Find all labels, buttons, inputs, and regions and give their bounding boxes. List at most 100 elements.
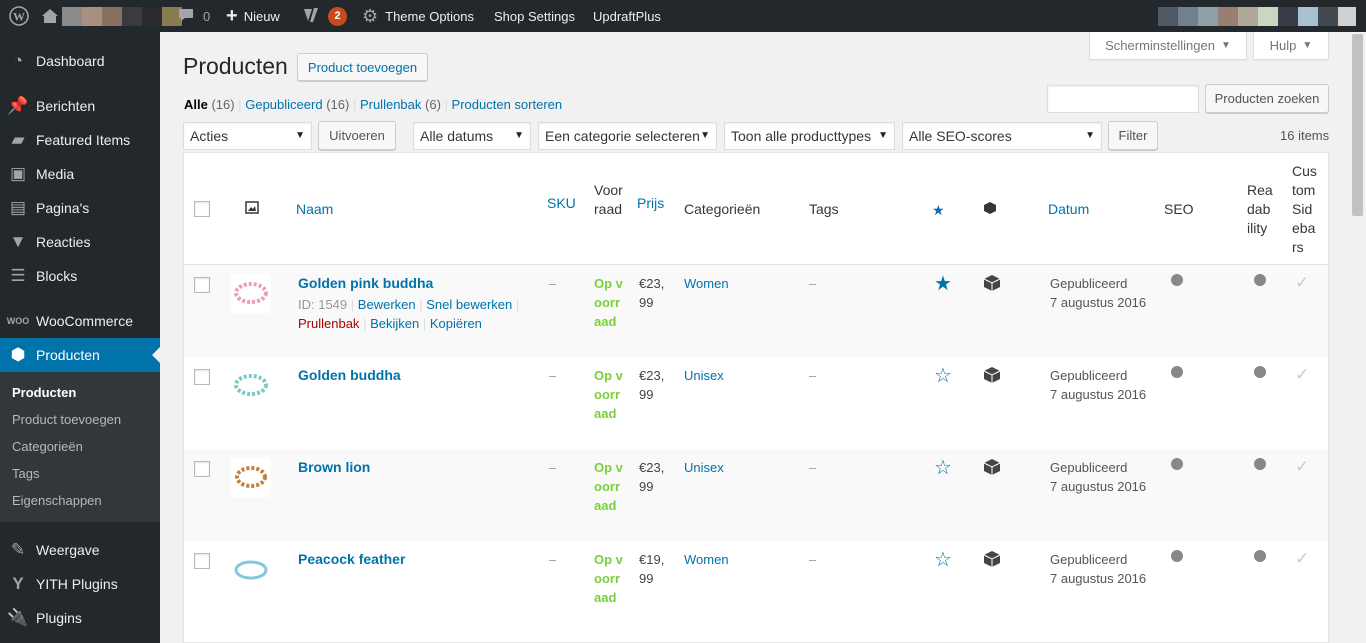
product-type-select[interactable]: Toon alle producttypes ▼ bbox=[724, 122, 895, 150]
select-all-checkbox[interactable] bbox=[194, 201, 210, 217]
apply-button[interactable]: Uitvoeren bbox=[318, 121, 396, 150]
seo-score-select[interactable]: Alle SEO-scores ▼ bbox=[902, 122, 1102, 150]
submenu-tags[interactable]: Tags bbox=[12, 466, 39, 481]
add-product-button[interactable]: Product toevoegen bbox=[297, 53, 428, 81]
sidebar-item-blocks[interactable]: ☰ Blocks bbox=[0, 259, 160, 293]
product-name-link[interactable]: Golden pink buddha bbox=[298, 274, 433, 293]
account-menu-blurred[interactable] bbox=[1158, 0, 1356, 32]
column-name[interactable]: Naam bbox=[296, 200, 333, 219]
caret-down-icon: ▼ bbox=[295, 130, 305, 141]
view-link[interactable]: Bekijken bbox=[370, 316, 419, 331]
featured-star-outline-icon[interactable]: ☆ bbox=[934, 458, 952, 478]
submenu-product-toevoegen[interactable]: Product toevoegen bbox=[12, 412, 121, 427]
search-input[interactable] bbox=[1047, 85, 1199, 113]
column-price[interactable]: Prijs bbox=[637, 194, 664, 213]
item-count: 16 items bbox=[1280, 128, 1330, 143]
quick-edit-link[interactable]: Snel bewerken bbox=[426, 297, 512, 312]
product-thumbnail[interactable] bbox=[231, 273, 271, 313]
sidebar-item-yith-plugins[interactable]: Y YITH Plugins bbox=[0, 567, 160, 601]
shop-settings-menu[interactable]: Shop Settings bbox=[494, 0, 575, 32]
checkmark-icon: ✓ bbox=[1295, 365, 1310, 384]
caret-down-icon: ▼ bbox=[514, 130, 524, 141]
row-checkbox[interactable] bbox=[194, 277, 210, 293]
edit-link[interactable]: Bewerken bbox=[358, 297, 416, 312]
comments-count: 0 bbox=[203, 8, 211, 24]
home-icon[interactable] bbox=[40, 0, 60, 32]
sidebar-item-woocommerce[interactable]: WOO WooCommerce bbox=[0, 304, 160, 338]
sidebar-item-media[interactable]: ▣ Media bbox=[0, 157, 160, 191]
search-products-button[interactable]: Producten zoeken bbox=[1205, 84, 1329, 113]
product-name-link[interactable]: Peacock feather bbox=[298, 550, 405, 569]
sidebar-item-reacties[interactable]: ▼ Reacties bbox=[0, 225, 160, 259]
price-cents: 99 bbox=[639, 387, 654, 402]
sidebar-item-producten[interactable]: ⬢ Producten bbox=[0, 338, 160, 372]
checkmark-icon: ✓ bbox=[1295, 457, 1310, 476]
sidebar-item-label: Pagina's bbox=[36, 200, 90, 216]
sidebar-item-weergave[interactable]: ✎ Weergave bbox=[0, 533, 160, 567]
submenu-categorieen[interactable]: Categorieën bbox=[12, 439, 83, 454]
yith-icon: Y bbox=[12, 574, 24, 593]
featured-star-outline-icon[interactable]: ☆ bbox=[934, 366, 952, 386]
help-button[interactable]: Hulp ▼ bbox=[1253, 32, 1329, 60]
filter-all[interactable]: Alle bbox=[184, 97, 208, 112]
filter-published-count: (16) bbox=[326, 97, 350, 112]
site-name-blurred[interactable] bbox=[62, 0, 182, 32]
sidebar-item-dashboard[interactable]: ◔ Dashboard bbox=[0, 44, 160, 78]
scrollbar-thumb[interactable] bbox=[1352, 34, 1363, 216]
sidebar-item-paginas[interactable]: ▤ Pagina's bbox=[0, 191, 160, 225]
submenu-eigenschappen[interactable]: Eigenschappen bbox=[12, 493, 102, 508]
post-date: 7 augustus 2016 bbox=[1050, 571, 1147, 586]
product-name-link[interactable]: Golden buddha bbox=[298, 366, 401, 385]
bulk-actions-select[interactable]: Acties ▼ bbox=[183, 122, 312, 150]
row-checkbox[interactable] bbox=[194, 553, 210, 569]
comments-menu[interactable]: 0 bbox=[177, 0, 210, 32]
category-link[interactable]: Unisex bbox=[684, 460, 724, 475]
gear-icon: ⚙ bbox=[362, 6, 379, 26]
checkmark-icon: ✓ bbox=[1295, 273, 1310, 292]
seo-score-dot bbox=[1171, 274, 1183, 286]
yoast-badge: 2 bbox=[328, 6, 347, 26]
product-thumbnail[interactable] bbox=[231, 365, 271, 405]
plus-icon: + bbox=[226, 5, 238, 27]
yoast-menu[interactable]: 2 bbox=[302, 0, 347, 32]
sidebar-item-berichten[interactable]: 📌 Berichten bbox=[0, 89, 160, 123]
category-link[interactable]: Women bbox=[684, 276, 729, 291]
category-select[interactable]: Een categorie selecteren ▼ bbox=[538, 122, 717, 150]
theme-options-menu[interactable]: ⚙ Theme Options bbox=[362, 0, 474, 32]
category-link[interactable]: Unisex bbox=[684, 368, 724, 383]
filter-published[interactable]: Gepubliceerd bbox=[245, 97, 322, 112]
sidebar-item-plugins[interactable]: 🔌 Plugins bbox=[0, 601, 160, 635]
row-checkbox[interactable] bbox=[194, 369, 210, 385]
submenu-producten[interactable]: Producten bbox=[12, 385, 76, 400]
featured-star-icon[interactable]: ★ bbox=[934, 274, 952, 294]
filter-button[interactable]: Filter bbox=[1108, 121, 1158, 150]
price-value: €19, 99 bbox=[639, 550, 664, 588]
category-link[interactable]: Women bbox=[684, 552, 729, 567]
dates-select[interactable]: Alle datums ▼ bbox=[413, 122, 531, 150]
trash-link[interactable]: Prullenbak bbox=[298, 316, 359, 331]
product-type-value: Toon alle producttypes bbox=[731, 128, 872, 144]
sort-products-link[interactable]: Producten sorteren bbox=[452, 97, 563, 112]
column-sku[interactable]: SKU bbox=[547, 194, 576, 213]
row-checkbox[interactable] bbox=[194, 461, 210, 477]
featured-column-star-icon[interactable]: ★ bbox=[932, 202, 945, 219]
column-date[interactable]: Datum bbox=[1048, 200, 1089, 219]
copy-link[interactable]: Kopiëren bbox=[430, 316, 482, 331]
page-scrollbar[interactable] bbox=[1349, 32, 1366, 643]
bulk-actions-value: Acties bbox=[190, 128, 229, 144]
updraftplus-menu[interactable]: UpdraftPlus bbox=[593, 0, 661, 32]
product-thumbnail[interactable] bbox=[231, 549, 271, 589]
screen-options-button[interactable]: Scherminstellingen ▼ bbox=[1089, 32, 1247, 60]
post-date: 7 augustus 2016 bbox=[1050, 295, 1147, 310]
wordpress-logo-icon[interactable]: W bbox=[9, 0, 29, 32]
tags-value: – bbox=[809, 460, 817, 475]
sidebar-item-label: Dashboard bbox=[36, 53, 105, 69]
sidebar-item-label: Blocks bbox=[36, 268, 78, 284]
featured-star-outline-icon[interactable]: ☆ bbox=[934, 550, 952, 570]
sidebar-item-featured-items[interactable]: ▰ Featured Items bbox=[0, 123, 160, 157]
product-thumbnail[interactable] bbox=[231, 457, 271, 497]
new-content-menu[interactable]: + Nieuw bbox=[226, 0, 280, 32]
checkmark-icon: ✓ bbox=[1295, 549, 1310, 568]
filter-trash[interactable]: Prullenbak bbox=[360, 97, 421, 112]
product-name-link[interactable]: Brown lion bbox=[298, 458, 370, 477]
